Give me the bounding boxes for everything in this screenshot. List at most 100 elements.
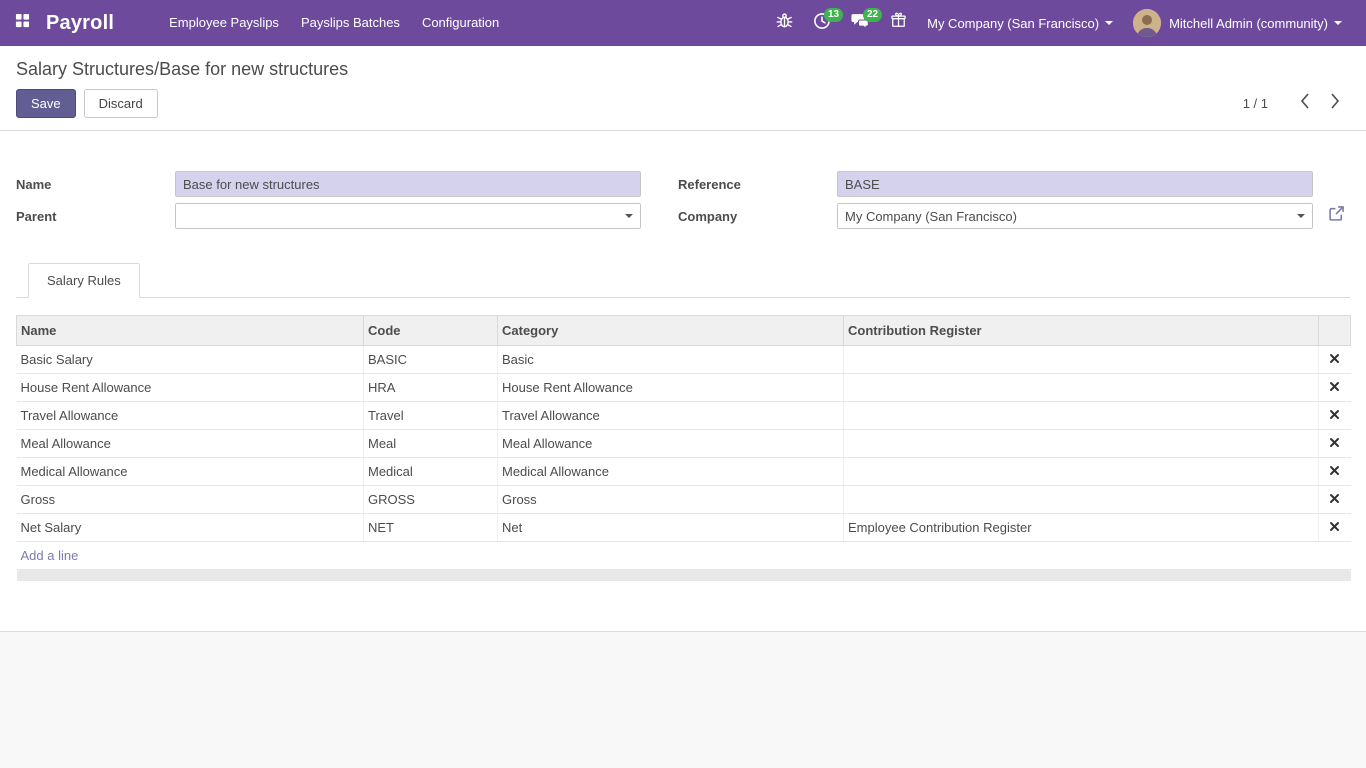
reference-input[interactable] <box>837 171 1313 197</box>
cell-category[interactable]: Medical Allowance <box>498 458 844 486</box>
breadcrumb-parent-link[interactable]: Salary Structures <box>16 59 154 79</box>
save-button[interactable]: Save <box>16 89 76 118</box>
breadcrumb: Salary Structures/Base for new structure… <box>0 46 1366 87</box>
cell-code[interactable]: HRA <box>364 374 498 402</box>
cell-code[interactable]: Travel <box>364 402 498 430</box>
tab-salary-rules[interactable]: Salary Rules <box>28 263 140 298</box>
parent-select[interactable] <box>175 203 641 229</box>
table-row: Gross GROSS Gross <box>17 486 1351 514</box>
gift-icon <box>890 12 907 34</box>
chevron-left-icon <box>1299 92 1311 115</box>
pager-previous-button[interactable] <box>1290 92 1320 115</box>
table-footer-strip <box>17 569 1351 581</box>
chevron-down-icon <box>1334 21 1342 25</box>
activities-button[interactable]: 13 <box>803 0 841 46</box>
column-header-code[interactable]: Code <box>364 316 498 346</box>
company-switcher-label: My Company (San Francisco) <box>927 16 1099 31</box>
cell-register[interactable] <box>844 402 1319 430</box>
delete-row-button[interactable] <box>1319 402 1351 430</box>
column-header-delete <box>1319 316 1351 346</box>
company-switcher[interactable]: My Company (San Francisco) <box>917 0 1123 46</box>
bug-icon <box>776 12 793 34</box>
cell-category[interactable]: Travel Allowance <box>498 402 844 430</box>
cell-register[interactable]: Employee Contribution Register <box>844 514 1319 542</box>
table-row: Meal Allowance Meal Meal Allowance <box>17 430 1351 458</box>
pager-next-button[interactable] <box>1320 92 1350 115</box>
delete-row-button[interactable] <box>1319 486 1351 514</box>
reference-field-label: Reference <box>678 177 837 192</box>
table-row: Net Salary NET Net Employee Contribution… <box>17 514 1351 542</box>
column-header-name[interactable]: Name <box>17 316 364 346</box>
table-row: Travel Allowance Travel Travel Allowance <box>17 402 1351 430</box>
cell-category[interactable]: Meal Allowance <box>498 430 844 458</box>
cell-register[interactable] <box>844 374 1319 402</box>
table-row: Basic Salary BASIC Basic <box>17 346 1351 374</box>
debug-mode-button[interactable] <box>766 0 803 46</box>
delete-row-button[interactable] <box>1319 458 1351 486</box>
column-header-category[interactable]: Category <box>498 316 844 346</box>
delete-row-button[interactable] <box>1319 374 1351 402</box>
form-fields: Name Parent Reference <box>16 171 1350 235</box>
cell-name[interactable]: Basic Salary <box>17 346 364 374</box>
name-field-label: Name <box>16 177 175 192</box>
notebook-tabs: Salary Rules <box>16 263 1350 298</box>
external-link-icon <box>1328 205 1345 227</box>
user-menu-label: Mitchell Admin (community) <box>1169 16 1328 31</box>
table-row: Medical Allowance Medical Medical Allowa… <box>17 458 1351 486</box>
rewards-button[interactable] <box>880 0 917 46</box>
delete-row-button[interactable] <box>1319 514 1351 542</box>
cell-category[interactable]: Gross <box>498 486 844 514</box>
cell-category[interactable]: Basic <box>498 346 844 374</box>
cell-name[interactable]: Travel Allowance <box>17 402 364 430</box>
cell-name[interactable]: Net Salary <box>17 514 364 542</box>
table-row: House Rent Allowance HRA House Rent Allo… <box>17 374 1351 402</box>
app-name: Payroll <box>46 12 114 35</box>
cell-name[interactable]: Gross <box>17 486 364 514</box>
cell-category[interactable]: House Rent Allowance <box>498 374 844 402</box>
cell-register[interactable] <box>844 486 1319 514</box>
cell-code[interactable]: Meal <box>364 430 498 458</box>
column-header-register[interactable]: Contribution Register <box>844 316 1319 346</box>
chevron-down-icon <box>1105 21 1113 25</box>
apps-grid-icon <box>15 13 30 33</box>
control-panel: Save Discard 1 / 1 <box>0 87 1366 131</box>
menu-item-payslips-batches[interactable]: Payslips Batches <box>290 0 411 46</box>
pager-value[interactable]: 1 / 1 <box>1243 96 1268 111</box>
cell-code[interactable]: GROSS <box>364 486 498 514</box>
top-navbar: Payroll Employee Payslips Payslips Batch… <box>0 0 1366 46</box>
cell-code[interactable]: Medical <box>364 458 498 486</box>
company-field-label: Company <box>678 209 837 224</box>
menu-item-employee-payslips[interactable]: Employee Payslips <box>158 0 290 46</box>
cell-code[interactable]: NET <box>364 514 498 542</box>
menu-item-configuration[interactable]: Configuration <box>411 0 510 46</box>
caret-down-icon <box>625 214 633 218</box>
user-menu[interactable]: Mitchell Admin (community) <box>1123 0 1352 46</box>
delete-row-button[interactable] <box>1319 346 1351 374</box>
cell-register[interactable] <box>844 346 1319 374</box>
cell-code[interactable]: BASIC <box>364 346 498 374</box>
top-menu: Employee Payslips Payslips Batches Confi… <box>158 0 510 46</box>
breadcrumb-current: Base for new structures <box>159 59 348 79</box>
name-input[interactable] <box>175 171 641 197</box>
chevron-right-icon <box>1329 92 1341 115</box>
delete-row-button[interactable] <box>1319 430 1351 458</box>
cell-category[interactable]: Net <box>498 514 844 542</box>
caret-down-icon <box>1297 214 1305 218</box>
form-sheet: Name Parent Reference <box>0 131 1366 631</box>
salary-rules-table: Name Code Category Contribution Register… <box>16 315 1351 581</box>
cell-name[interactable]: House Rent Allowance <box>17 374 364 402</box>
cell-register[interactable] <box>844 430 1319 458</box>
page-background <box>0 631 1366 768</box>
messages-button[interactable]: 22 <box>841 0 880 46</box>
user-avatar <box>1133 9 1161 37</box>
add-a-line-link[interactable]: Add a line <box>21 548 79 563</box>
cell-name[interactable]: Medical Allowance <box>17 458 364 486</box>
cell-name[interactable]: Meal Allowance <box>17 430 364 458</box>
company-select-value: My Company (San Francisco) <box>845 209 1017 224</box>
discard-button[interactable]: Discard <box>84 89 158 118</box>
company-select[interactable]: My Company (San Francisco) <box>837 203 1313 229</box>
open-record-button[interactable] <box>1328 205 1345 227</box>
cell-register[interactable] <box>844 458 1319 486</box>
pager: 1 / 1 <box>1243 92 1350 115</box>
apps-menu-button[interactable] <box>0 0 44 46</box>
